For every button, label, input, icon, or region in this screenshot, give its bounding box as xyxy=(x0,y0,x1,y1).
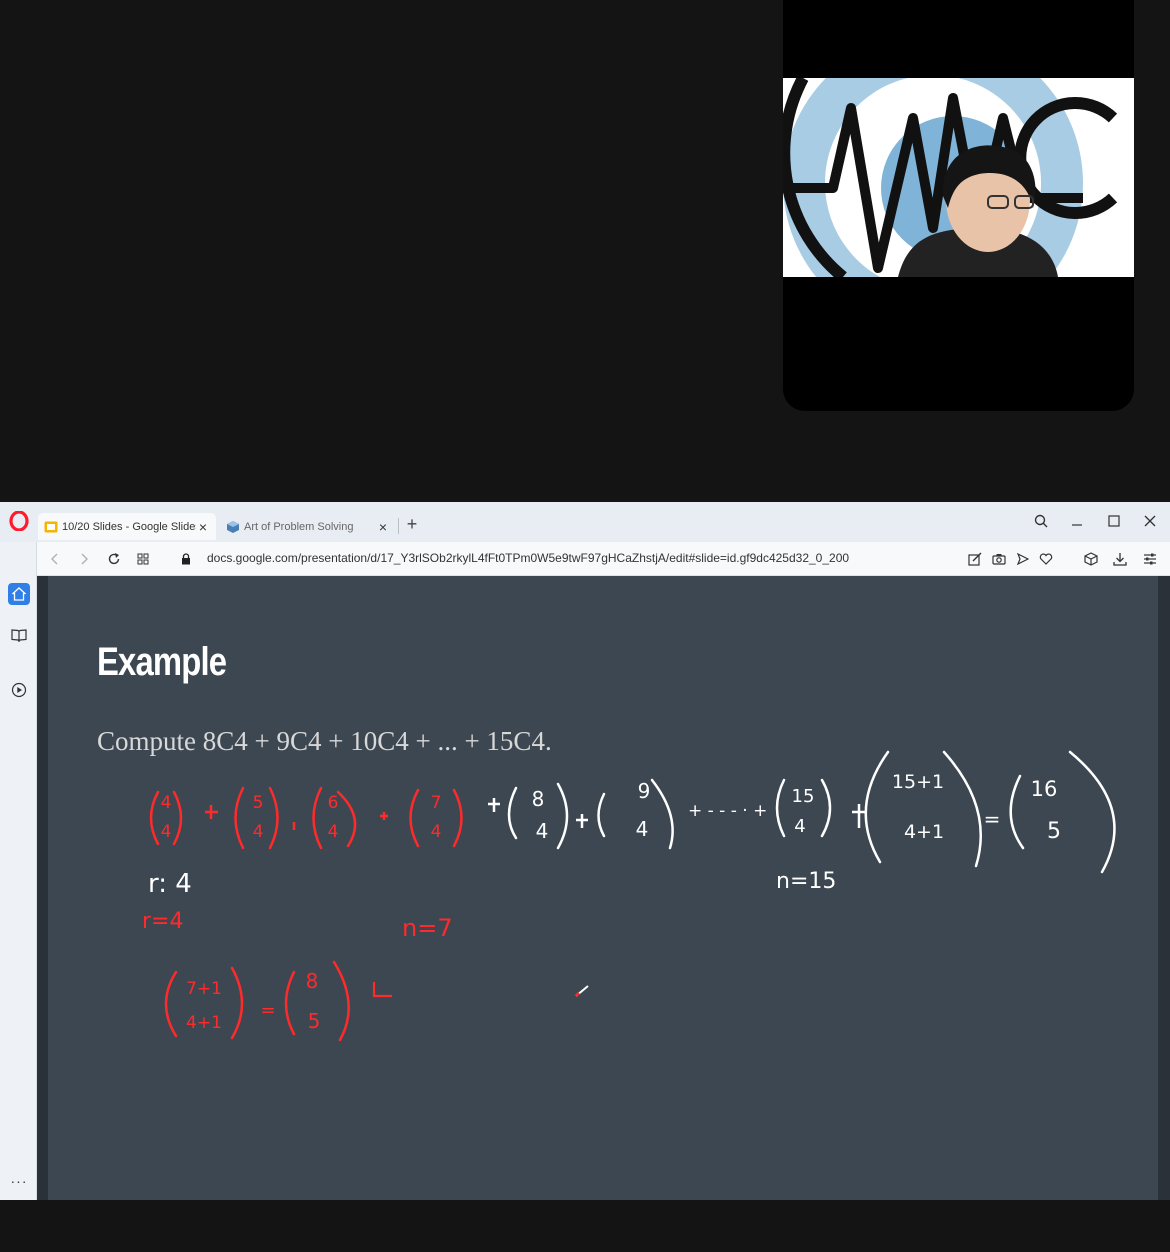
white-binomial-15-4-top: 15 xyxy=(792,786,815,807)
red-binomial-3-bottom: 4 xyxy=(328,822,339,842)
bookmarks-icon[interactable] xyxy=(8,624,30,646)
lock-icon[interactable] xyxy=(176,549,196,569)
red-n-label: n=7 xyxy=(402,914,453,942)
rmc-logo-backdrop xyxy=(783,78,1134,277)
minimize-icon[interactable] xyxy=(1066,510,1088,532)
red-equals: = xyxy=(260,1000,275,1021)
white-binomial-8-4-bottom: 4 xyxy=(536,819,549,843)
home-icon[interactable] xyxy=(8,583,30,605)
tab-title: Art of Problem Solving xyxy=(244,520,354,533)
forward-icon[interactable] xyxy=(74,549,94,569)
red-binomial-1-bottom: 4 xyxy=(161,822,172,842)
url-field[interactable]: docs.google.com/presentation/d/17_Y3rlSO… xyxy=(207,551,849,565)
red-plus xyxy=(380,812,388,820)
red-binomial-2-bottom: 4 xyxy=(253,822,264,842)
red-plus xyxy=(205,805,218,819)
pen-cursor-icon xyxy=(574,985,589,998)
bottom-bar xyxy=(0,1200,1170,1252)
browser-window: 10/20 Slides - Google Slides × Art of Pr… xyxy=(0,502,1170,1200)
tab-divider xyxy=(398,518,399,534)
search-tabs-icon[interactable] xyxy=(1030,510,1052,532)
player-icon[interactable] xyxy=(8,679,30,701)
white-binomial-16-5-top: 16 xyxy=(1031,777,1058,801)
red-binomial-4-bottom: 4 xyxy=(431,822,442,842)
white-plus xyxy=(488,798,500,812)
tab-art-of-problem-solving[interactable]: Art of Problem Solving × xyxy=(220,513,396,540)
red-binomial-3-top: 6 xyxy=(328,793,339,813)
white-equals: = xyxy=(984,807,1001,831)
close-tab-icon[interactable]: × xyxy=(376,519,390,535)
white-binomial-9-4-bottom: 4 xyxy=(636,817,649,841)
presentation-slide[interactable]: Example Compute 8C4 + 9C4 + 10C4 + ... +… xyxy=(48,576,1158,1200)
white-r-label: r: 4 xyxy=(148,869,192,899)
aops-icon xyxy=(226,520,240,533)
cube-icon[interactable] xyxy=(1082,550,1100,568)
white-binomial-16-5-bottom: 5 xyxy=(1047,819,1061,844)
speed-dial-icon[interactable] xyxy=(133,549,153,569)
edit-page-icon[interactable] xyxy=(966,550,984,568)
white-ellipsis-plus: + - - - · + xyxy=(688,801,767,821)
video-call-tile[interactable] xyxy=(783,0,1134,411)
close-window-icon[interactable] xyxy=(1139,510,1161,532)
white-binomial-sum-top: 15+1 xyxy=(892,771,944,793)
red-binomial-1-top: 4 xyxy=(161,793,172,813)
red-big-left-top: 7+1 xyxy=(186,979,222,999)
white-plus xyxy=(852,804,866,828)
white-binomial-9-4-top: 9 xyxy=(638,779,651,803)
participant-video xyxy=(783,78,1134,277)
back-icon[interactable] xyxy=(45,549,65,569)
maximize-icon[interactable] xyxy=(1103,510,1125,532)
white-binomial-sum-bottom: 4+1 xyxy=(904,821,944,843)
address-bar: docs.google.com/presentation/d/17_Y3rlSO… xyxy=(37,542,1170,576)
slide-canvas-gutter xyxy=(37,576,48,1200)
camera-icon[interactable] xyxy=(990,550,1008,568)
new-tab-button[interactable]: + xyxy=(403,513,421,535)
red-big-left-bottom: 4+1 xyxy=(186,1013,222,1033)
close-tab-icon[interactable]: × xyxy=(196,519,210,535)
white-binomial-15-4-bottom: 4 xyxy=(794,816,805,837)
white-binomial-8-4-top: 8 xyxy=(532,787,545,811)
white-binomial-16-5 xyxy=(1009,750,1116,874)
tab-title: 10/20 Slides - Google Slides xyxy=(62,520,196,533)
red-big-right-bottom: 5 xyxy=(308,1009,321,1033)
opera-logo-icon[interactable] xyxy=(9,510,29,532)
heart-icon[interactable] xyxy=(1037,550,1055,568)
send-icon[interactable] xyxy=(1014,550,1032,568)
sidebar-more-icon[interactable]: ··· xyxy=(8,1173,30,1189)
easy-setup-icon[interactable] xyxy=(1141,550,1159,568)
browser-sidebar: ··· xyxy=(0,542,37,1200)
download-icon[interactable] xyxy=(1111,550,1129,568)
white-binomial-16-5-sum xyxy=(864,750,982,868)
tab-google-slides[interactable]: 10/20 Slides - Google Slides × xyxy=(38,513,216,540)
google-slides-icon xyxy=(44,521,58,533)
red-stroke-mark xyxy=(372,982,392,998)
red-r-label: r=4 xyxy=(142,909,183,934)
slide-canvas-gutter xyxy=(1158,576,1170,1200)
red-binomial-2-top: 5 xyxy=(253,793,264,813)
red-big-right-top: 8 xyxy=(306,969,319,993)
tab-bar: 10/20 Slides - Google Slides × Art of Pr… xyxy=(0,502,1170,542)
red-binomial-4-top: 7 xyxy=(431,793,442,813)
pen-annotations: 4 4 5 4 6 4 7 4 8 4 9 4 + - - - · + 15 4… xyxy=(142,750,1116,1042)
white-plus xyxy=(576,814,588,828)
white-n-label: n=15 xyxy=(776,869,836,894)
reload-icon[interactable] xyxy=(104,549,124,569)
